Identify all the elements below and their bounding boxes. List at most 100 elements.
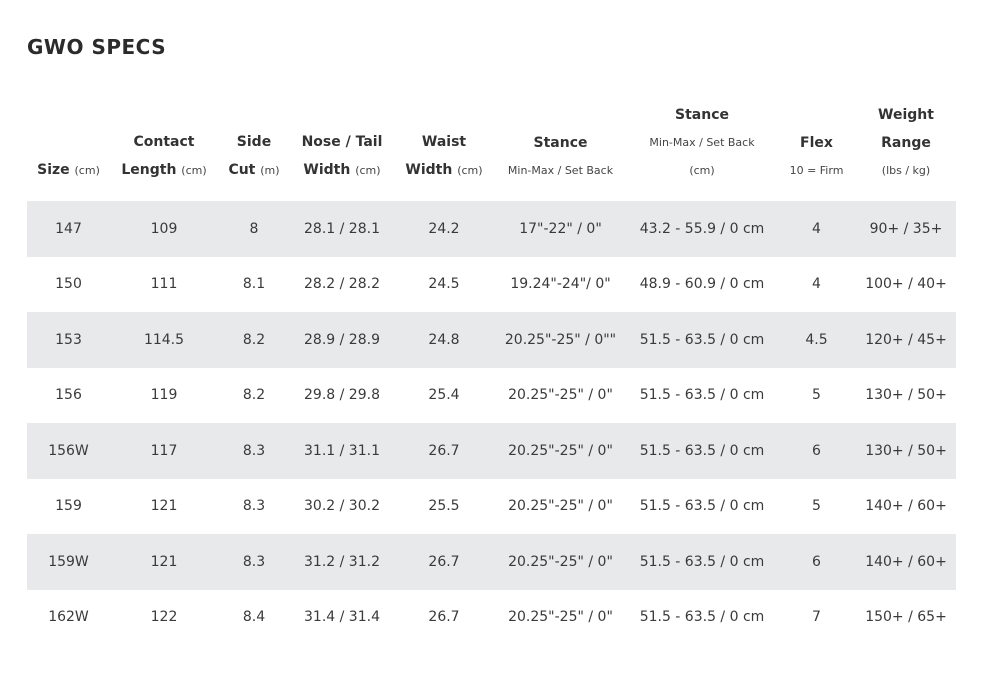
cell-waist-width: 26.7 [428, 609, 460, 626]
header-unit: (cm) [457, 164, 483, 177]
cell-size: 150 [55, 276, 82, 293]
column-header-weight-range: Weight Range (lbs / kg) [856, 100, 956, 201]
cell-stance-in: 19.24"-24"/ 0" [510, 276, 611, 293]
cell-waist-width: 25.4 [428, 387, 460, 404]
cell-waist-width: 26.7 [394, 534, 494, 590]
cell-waist-width: 24.2 [394, 201, 494, 257]
cell-contact-length: 114.5 [110, 312, 218, 368]
header-label: Width [405, 162, 453, 178]
cell-flex: 4.5 [777, 312, 856, 368]
header-unit: (cm) [74, 164, 100, 177]
cell-weight-range: 130+ / 50+ [856, 423, 956, 479]
cell-stance-in: 17"-22" / 0" [494, 201, 627, 257]
page-title: GWO SPECS [27, 35, 167, 59]
cell-size: 147 [27, 201, 110, 257]
header-unit: (cm) [181, 164, 207, 177]
header-label: Stance [533, 135, 588, 151]
cell-contact-length: 111 [150, 276, 178, 293]
header-label: Side [236, 134, 272, 150]
column-header-stance-cm: Stance Min-Max / Set Back (cm) [627, 100, 777, 201]
cell-weight-range: 150+ / 65+ [865, 609, 947, 626]
cell-flex: 4 [812, 276, 821, 293]
cell-nose-tail-width: 31.4 / 31.4 [304, 609, 380, 626]
column-header-size: Size (cm) [27, 100, 110, 201]
cell-contact-length: 121 [110, 534, 218, 590]
cell-nose-tail-width: 28.1 / 28.1 [290, 201, 394, 257]
header-label: Contact [133, 134, 195, 150]
cell-size: 153 [27, 312, 110, 368]
cell-stance-cm: 51.5 - 63.5 / 0 cm [627, 423, 777, 479]
cell-flex: 5 [812, 498, 821, 515]
column-header-flex: Flex 10 = Firm [777, 100, 856, 201]
cell-stance-in: 20.25"-25" / 0" [494, 534, 627, 590]
cell-stance-in: 20.25"-25" / 0" [494, 423, 627, 479]
table-row: 162W 122 8.4 31.4 / 31.4 26.7 20.25"-25" / 0"… [27, 590, 956, 646]
cell-side-cut: 8.2 [242, 387, 266, 404]
cell-side-cut: 8.1 [242, 276, 266, 293]
table-row: 156W 117 8.3 31.1 / 31.1 26.7 20.25"-25" / 0"… [27, 423, 956, 479]
cell-stance-in: 20.25"-25" / 0" [508, 609, 613, 626]
cell-flex: 4 [777, 201, 856, 257]
cell-stance-cm: 51.5 - 63.5 / 0 cm [639, 498, 765, 515]
cell-waist-width: 25.5 [428, 498, 460, 515]
header-label: Size [37, 162, 70, 178]
cell-nose-tail-width: 30.2 / 30.2 [304, 498, 380, 515]
cell-weight-range: 90+ / 35+ [856, 201, 956, 257]
cell-stance-cm: 51.5 - 63.5 / 0 cm [639, 387, 765, 404]
header-sublabel: (cm) [689, 164, 715, 177]
header-sublabel: Min-Max / Set Back [649, 136, 755, 149]
cell-nose-tail-width: 29.8 / 29.8 [304, 387, 380, 404]
table-row: 159 121 8.3 30.2 / 30.2 25.5 20.25"-25" / 0" 5… [27, 479, 956, 535]
cell-contact-length: 119 [150, 387, 178, 404]
cell-waist-width: 26.7 [394, 423, 494, 479]
cell-stance-cm: 51.5 - 63.5 / 0 cm [639, 609, 765, 626]
cell-flex: 6 [777, 423, 856, 479]
cell-waist-width: 24.5 [428, 276, 460, 293]
cell-side-cut: 8.2 [218, 312, 290, 368]
cell-waist-width: 24.8 [394, 312, 494, 368]
cell-side-cut: 8.4 [242, 609, 266, 626]
cell-contact-length: 109 [110, 201, 218, 257]
cell-flex: 7 [812, 609, 821, 626]
cell-stance-in: 20.25"-25" / 0" [508, 387, 613, 404]
cell-flex: 6 [777, 534, 856, 590]
cell-stance-cm: 51.5 - 63.5 / 0 cm [627, 534, 777, 590]
cell-weight-range: 100+ / 40+ [865, 276, 947, 293]
cell-size: 159 [55, 498, 82, 515]
cell-weight-range: 130+ / 50+ [865, 387, 947, 404]
header-unit: (cm) [355, 164, 381, 177]
header-label: Stance [675, 107, 729, 123]
cell-weight-range: 140+ / 60+ [856, 534, 956, 590]
cell-nose-tail-width: 31.1 / 31.1 [290, 423, 394, 479]
table-body: 147 109 8 28.1 / 28.1 24.2 17"-22" / 0" 43.2 -… [27, 201, 956, 645]
header-sublabel: Min-Max / Set Back [507, 164, 614, 177]
cell-side-cut: 8 [218, 201, 290, 257]
column-header-contact-length: Contact Length (cm) [110, 100, 218, 201]
cell-stance-in: 20.25"-25" / 0"" [494, 312, 627, 368]
header-sublabel: 10 = Firm [789, 164, 844, 177]
cell-nose-tail-width: 28.2 / 28.2 [304, 276, 380, 293]
column-header-nose-tail-width: Nose / Tail Width (cm) [290, 100, 394, 201]
cell-size: 156W [27, 423, 110, 479]
header-label: Length [121, 162, 177, 178]
cell-size: 159W [27, 534, 110, 590]
cell-side-cut: 8.3 [218, 534, 290, 590]
cell-size: 162W [48, 609, 89, 626]
cell-nose-tail-width: 31.2 / 31.2 [290, 534, 394, 590]
header-label: Cut [228, 162, 256, 178]
table-row: 159W 121 8.3 31.2 / 31.2 26.7 20.25"-25" / 0"… [27, 534, 956, 590]
cell-weight-range: 140+ / 60+ [865, 498, 947, 515]
cell-weight-range: 120+ / 45+ [856, 312, 956, 368]
table-row: 150 111 8.1 28.2 / 28.2 24.5 19.24"-24"/ 0" 48… [27, 257, 956, 313]
cell-stance-cm: 48.9 - 60.9 / 0 cm [639, 276, 765, 293]
header-label: Weight [878, 107, 934, 123]
cell-contact-length: 117 [110, 423, 218, 479]
cell-side-cut: 8.3 [242, 498, 266, 515]
column-header-side-cut: Side Cut (m) [218, 100, 290, 201]
header-label: Width [303, 162, 351, 178]
column-header-stance-in: Stance Min-Max / Set Back [494, 100, 627, 201]
table-row: 156 119 8.2 29.8 / 29.8 25.4 20.25"-25" / 0" 5… [27, 368, 956, 424]
header-label: Nose / Tail [301, 134, 383, 150]
cell-contact-length: 122 [150, 609, 178, 626]
column-header-waist-width: Waist Width (cm) [394, 100, 494, 201]
